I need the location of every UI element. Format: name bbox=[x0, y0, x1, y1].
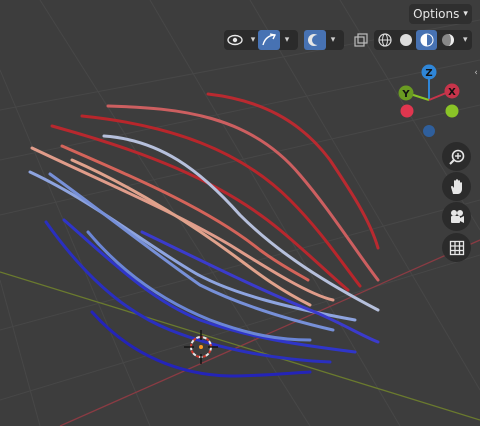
gizmo-toggle[interactable]: ▾ bbox=[258, 30, 298, 50]
overlays-icon[interactable] bbox=[304, 30, 326, 50]
zoom-icon bbox=[448, 149, 464, 165]
navigation-gizmo[interactable]: Z Y X bbox=[390, 60, 470, 140]
rendered-shading-icon[interactable] bbox=[437, 30, 458, 50]
material-preview-icon[interactable] bbox=[416, 30, 438, 50]
chevron-down-icon: ▾ bbox=[463, 9, 468, 19]
neg-z-axis-ball bbox=[423, 125, 435, 137]
pan-button[interactable] bbox=[442, 172, 471, 201]
wireframe-shading-icon[interactable] bbox=[374, 30, 395, 50]
neg-y-axis-ball bbox=[445, 104, 459, 118]
options-label: Options bbox=[413, 7, 460, 21]
chevron-down-icon[interactable]: ▾ bbox=[280, 35, 294, 45]
y-axis-label: Y bbox=[401, 89, 410, 100]
shading-mode-group[interactable]: ▾ bbox=[374, 30, 472, 50]
z-axis-label: Z bbox=[425, 68, 432, 79]
xray-toggle-icon bbox=[354, 33, 368, 47]
camera-view-button[interactable] bbox=[442, 202, 471, 231]
overlays-toggle[interactable]: ▾ bbox=[304, 30, 344, 50]
gizmo-icon[interactable] bbox=[258, 30, 280, 50]
hand-pan-icon bbox=[450, 178, 462, 194]
curve bbox=[80, 114, 362, 288]
3d-viewport[interactable]: Options ▾ ▾ ▾ ▾ ▾ ‹ Z Y X bbox=[0, 0, 480, 426]
x-axis-label: X bbox=[448, 87, 456, 98]
neg-x-axis-ball bbox=[400, 104, 414, 118]
ortho-perspective-button[interactable] bbox=[442, 233, 471, 262]
options-dropdown[interactable]: Options ▾ bbox=[409, 4, 472, 24]
chevron-down-icon[interactable]: ▾ bbox=[326, 35, 340, 45]
grid-ortho-icon bbox=[449, 240, 464, 255]
xray-toggle[interactable] bbox=[350, 30, 372, 50]
solid-shading-icon[interactable] bbox=[395, 30, 416, 50]
curve bbox=[206, 92, 380, 250]
y-axis-line bbox=[0, 271, 480, 421]
sidebar-toggle-arrow-icon[interactable]: ‹ bbox=[472, 66, 480, 80]
zoom-button[interactable] bbox=[442, 142, 471, 171]
chevron-down-icon[interactable]: ▾ bbox=[459, 35, 472, 45]
camera-icon bbox=[450, 209, 464, 223]
eye-selectability-icon bbox=[224, 30, 246, 50]
hair-curves[interactable] bbox=[28, 92, 380, 378]
